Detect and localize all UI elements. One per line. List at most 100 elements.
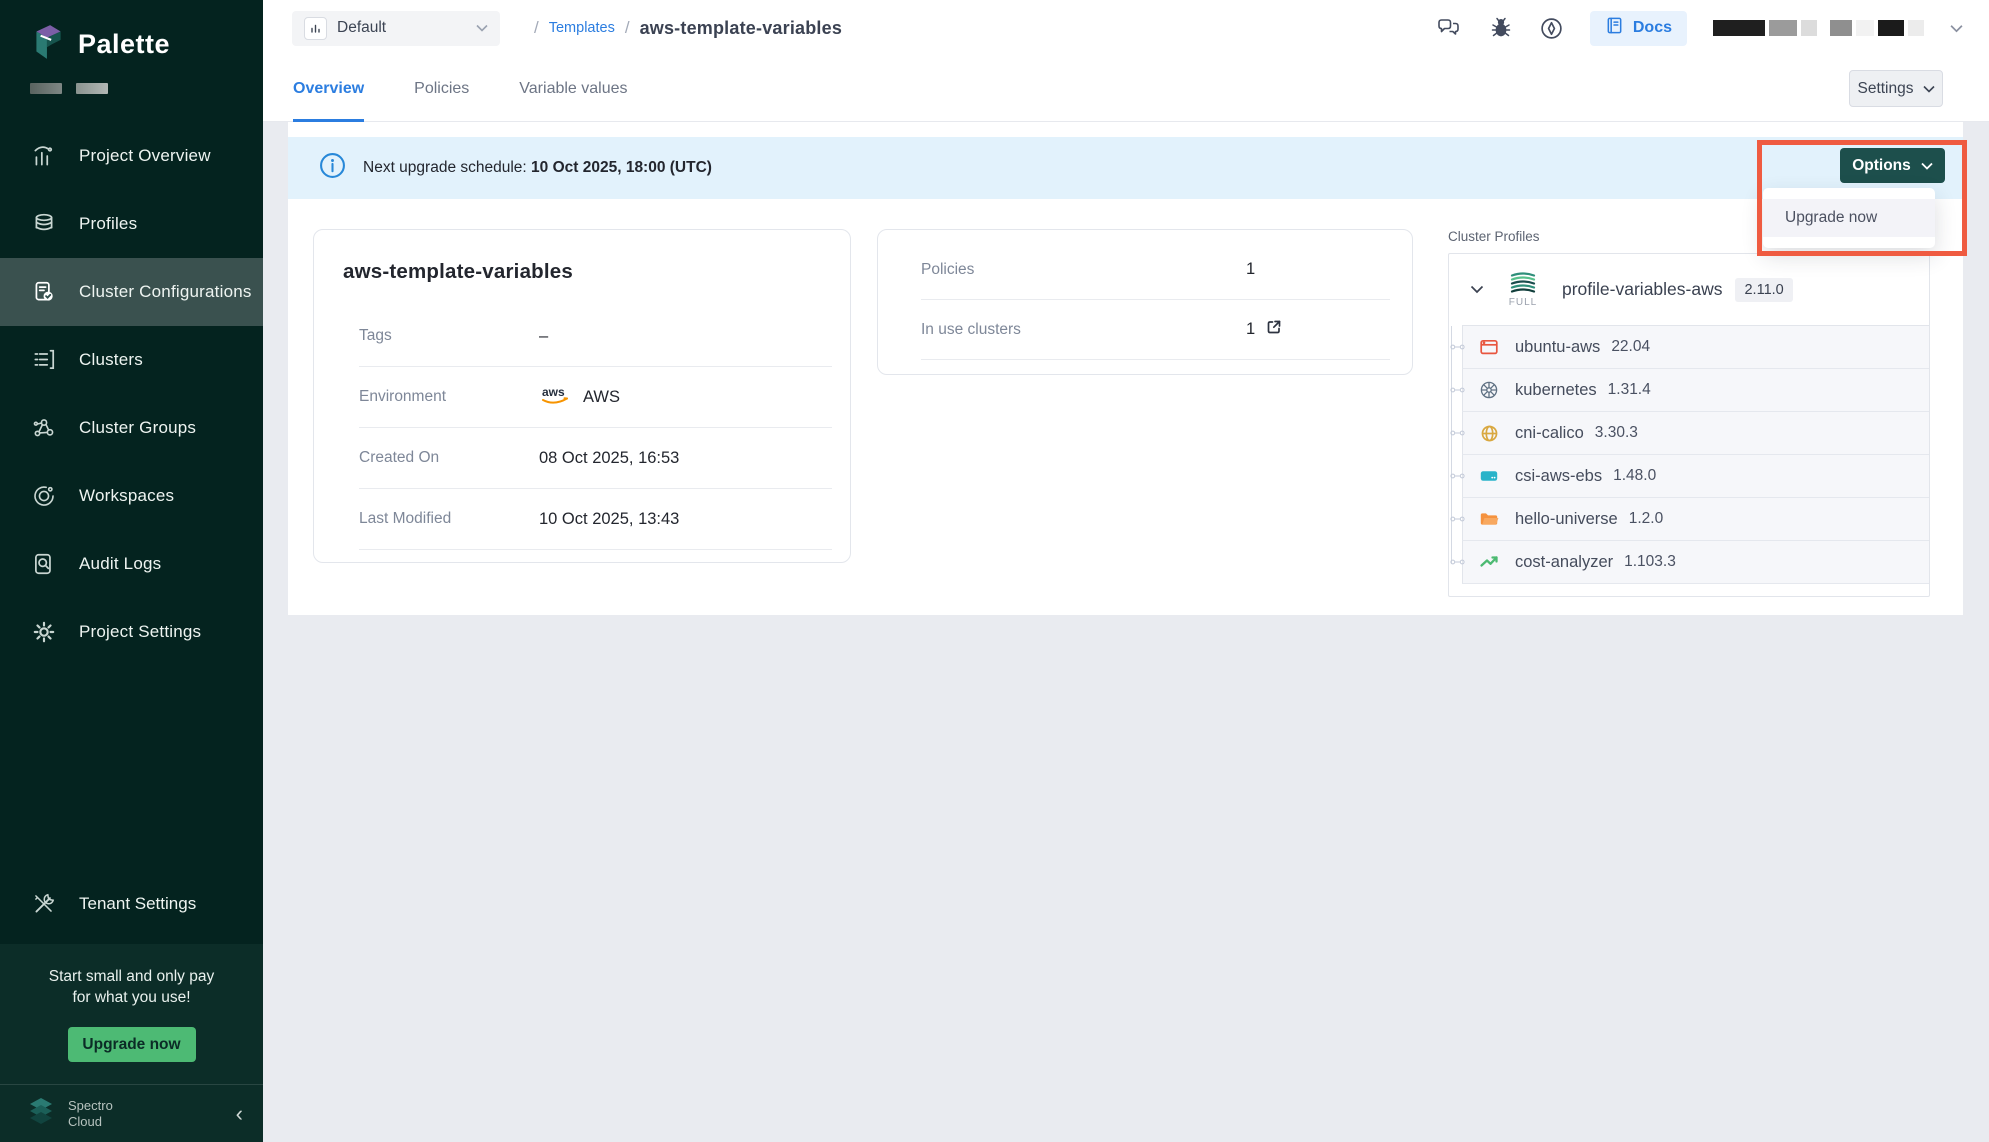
project-selector[interactable]: Default	[292, 11, 500, 46]
detail-value: –	[539, 327, 548, 346]
external-link-icon[interactable]	[1265, 318, 1283, 341]
sidebar-item-profiles[interactable]: Profiles	[0, 190, 263, 258]
sidebar-upgrade-now-button[interactable]: Upgrade now	[68, 1027, 196, 1062]
layer-version: 1.48.0	[1613, 467, 1656, 485]
sidebar-item-label: Cluster Groups	[79, 418, 196, 438]
template-name-title: aws-template-variables	[314, 230, 850, 306]
sidebar-item-project-settings[interactable]: Project Settings	[0, 598, 263, 666]
sidebar-item-label: Workspaces	[79, 486, 174, 506]
detail-label: Tags	[359, 327, 539, 345]
redacted-block	[1908, 20, 1924, 36]
collapse-sidebar-icon[interactable]: ‹	[236, 1103, 243, 1125]
tree-connector	[1450, 429, 1465, 438]
audit-doc-icon	[31, 551, 57, 577]
tab-variable-values[interactable]: Variable values	[519, 56, 627, 122]
sidebar-item-label: Project Settings	[79, 622, 201, 642]
breadcrumb-separator: /	[534, 18, 539, 38]
profile-layers-list: ubuntu-aws 22.04	[1462, 325, 1929, 584]
spectro-cloud-brand: Spectro Cloud	[68, 1098, 113, 1129]
docs-button[interactable]: Docs	[1590, 11, 1687, 46]
layer-row-kubernetes[interactable]: kubernetes 1.31.4	[1462, 369, 1929, 412]
redacted-block	[1713, 20, 1765, 36]
layer-row-ubuntu-aws[interactable]: ubuntu-aws 22.04	[1462, 326, 1929, 369]
layer-name: cost-analyzer	[1515, 553, 1613, 572]
explore-compass-icon[interactable]	[1539, 16, 1564, 41]
svg-text:aws: aws	[542, 385, 565, 399]
layer-name: csi-aws-ebs	[1515, 467, 1602, 486]
chevron-down-icon	[1923, 85, 1935, 93]
in-use-clusters-count: 1	[1246, 320, 1255, 339]
profile-type: FULL	[1500, 271, 1546, 308]
breadcrumb-templates-link[interactable]: Templates	[549, 20, 615, 36]
detail-row-last-modified: Last Modified 10 Oct 2025, 13:43	[359, 489, 832, 550]
layer-row-hello-universe[interactable]: hello-universe 1.2.0	[1462, 498, 1929, 541]
nodes-icon	[31, 415, 57, 441]
sidebar: Palette Project Overview	[0, 0, 263, 1142]
redacted-block	[76, 83, 108, 94]
tools-icon	[31, 891, 57, 917]
menu-item-upgrade-now[interactable]: Upgrade now	[1763, 199, 1935, 237]
usage-card: Policies 1 In use clusters 1	[877, 229, 1413, 375]
trend-up-icon	[1478, 552, 1500, 572]
layer-version: 1.2.0	[1629, 510, 1663, 528]
sidebar-item-cluster-configurations[interactable]: Cluster Configurations	[0, 258, 263, 326]
sidebar-item-audit-logs[interactable]: Audit Logs	[0, 530, 263, 598]
environment-value: AWS	[583, 388, 620, 407]
profile-header: FULL profile-variables-aws 2.11.0	[1449, 254, 1929, 325]
tab-policies[interactable]: Policies	[414, 56, 469, 122]
sidebar-item-label: Audit Logs	[79, 554, 161, 574]
options-button-label: Options	[1852, 157, 1911, 175]
usage-label: Policies	[921, 261, 1246, 279]
tree-rail	[1451, 326, 1452, 563]
layer-row-cni-calico[interactable]: cni-calico 3.30.3	[1462, 412, 1929, 455]
layer-version: 22.04	[1611, 338, 1650, 356]
profile-name[interactable]: profile-variables-aws	[1562, 279, 1722, 300]
layer-row-csi-aws-ebs[interactable]: csi-aws-ebs 1.48.0	[1462, 455, 1929, 498]
user-name-redacted	[1713, 20, 1924, 36]
collapse-profile-chevron-icon[interactable]	[1470, 285, 1484, 294]
detail-row-tags: Tags –	[359, 306, 832, 367]
promo-line-1: Start small and only pay	[14, 966, 249, 988]
sidebar-item-project-overview[interactable]: Project Overview	[0, 122, 263, 190]
bar-chart-icon	[31, 143, 57, 169]
settings-button[interactable]: Settings	[1849, 70, 1943, 107]
options-button[interactable]: Options	[1840, 148, 1945, 183]
redacted-block	[1769, 20, 1797, 36]
cluster-profiles-section: Cluster Profiles	[1448, 229, 1930, 597]
sidebar-item-label: Project Overview	[79, 146, 211, 166]
aws-logo: aws	[539, 383, 573, 412]
tab-overview[interactable]: Overview	[293, 56, 364, 122]
sidebar-item-label: Profiles	[79, 214, 137, 234]
brand-line-1: Spectro	[68, 1098, 113, 1113]
sidebar-item-workspaces[interactable]: Workspaces	[0, 462, 263, 530]
user-menu-chevron-icon[interactable]	[1950, 24, 1963, 33]
layer-name: kubernetes	[1515, 381, 1597, 400]
usage-value: 1	[1246, 318, 1283, 341]
detail-label: Created On	[359, 449, 539, 467]
layer-stack-icon	[1507, 271, 1539, 295]
layer-name: hello-universe	[1515, 510, 1618, 529]
palette-logo-icon	[30, 22, 66, 67]
sidebar-nav: Project Overview Profiles	[0, 122, 263, 666]
sidebar-item-cluster-groups[interactable]: Cluster Groups	[0, 394, 263, 462]
detail-value: aws AWS	[539, 383, 620, 412]
promo-line-2: for what you use!	[14, 987, 249, 1009]
upgrade-promo: Start small and only pay for what you us…	[0, 944, 263, 1084]
sidebar-redacted-meta	[0, 67, 263, 94]
bug-report-icon[interactable]	[1489, 16, 1513, 40]
detail-value: 10 Oct 2025, 13:43	[539, 510, 679, 529]
palette-logo: Palette	[0, 0, 263, 67]
project-selector-value: Default	[337, 19, 386, 37]
usage-label: In use clusters	[921, 321, 1246, 339]
server-list-icon	[31, 347, 57, 373]
detail-row-environment: Environment aws AWS	[359, 367, 832, 428]
storage-drive-icon	[1478, 466, 1500, 486]
sidebar-item-tenant-settings[interactable]: Tenant Settings	[0, 878, 263, 930]
redacted-block	[30, 83, 62, 94]
layer-row-cost-analyzer[interactable]: cost-analyzer 1.103.3	[1462, 541, 1929, 584]
profile-version-badge: 2.11.0	[1735, 278, 1792, 302]
feedback-chat-icon[interactable]	[1436, 16, 1463, 40]
layer-version: 1.31.4	[1608, 381, 1651, 399]
tenant-settings-label: Tenant Settings	[79, 894, 196, 914]
sidebar-item-clusters[interactable]: Clusters	[0, 326, 263, 394]
